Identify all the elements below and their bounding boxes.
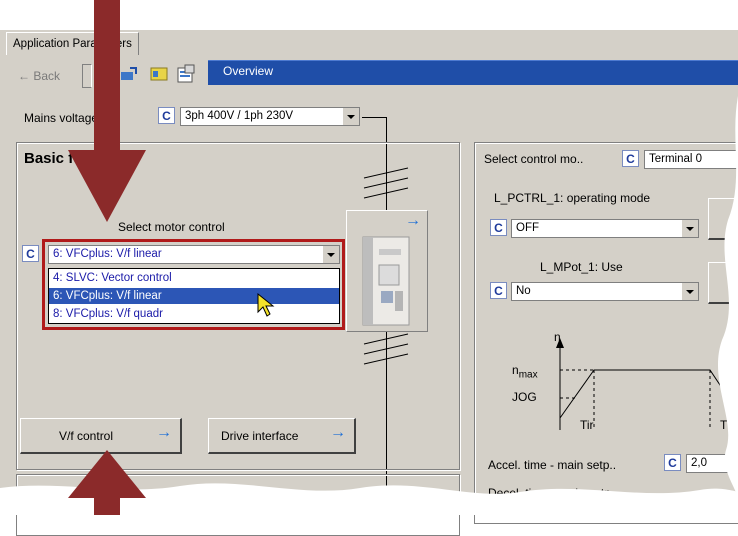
app-window: Application Parameters ← Back Overview M… [0,0,738,536]
annotation-arrow-down-icon [68,0,146,222]
annotation-arrow-up-icon [68,450,146,515]
